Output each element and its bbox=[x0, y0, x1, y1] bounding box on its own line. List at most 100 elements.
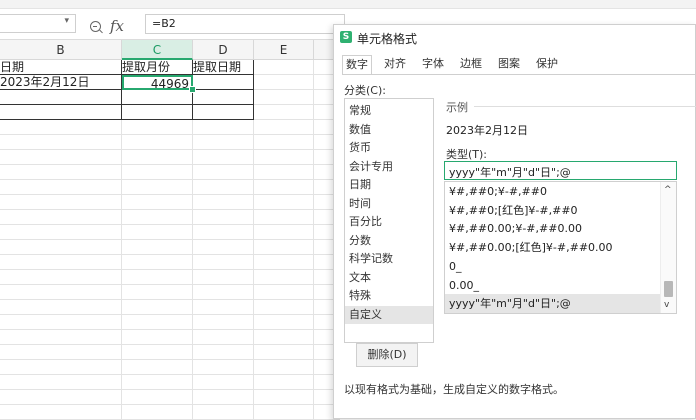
column-header-b[interactable]: B bbox=[0, 40, 122, 60]
table-cell[interactable] bbox=[254, 330, 314, 345]
table-cell[interactable] bbox=[193, 195, 254, 210]
table-cell[interactable] bbox=[0, 105, 122, 120]
table-cell[interactable] bbox=[0, 180, 122, 195]
category-item[interactable]: 常规 bbox=[345, 102, 433, 120]
table-cell[interactable] bbox=[193, 90, 254, 105]
table-cell[interactable] bbox=[122, 225, 193, 240]
table-cell[interactable] bbox=[254, 240, 314, 255]
name-box[interactable]: ▾ bbox=[0, 14, 76, 33]
table-cell[interactable] bbox=[122, 105, 193, 120]
table-cell[interactable] bbox=[193, 105, 254, 120]
table-cell[interactable]: 日期 bbox=[0, 60, 122, 75]
table-cell[interactable] bbox=[254, 390, 314, 405]
table-cell[interactable] bbox=[193, 120, 254, 135]
type-option[interactable]: 0_ bbox=[445, 257, 661, 276]
table-cell[interactable] bbox=[122, 390, 193, 405]
table-cell[interactable] bbox=[193, 360, 254, 375]
table-cell[interactable] bbox=[254, 195, 314, 210]
category-list[interactable]: 常规 数值 货币 会计专用 日期 时间 百分比 分数 科学记数 文本 特殊 自定义 bbox=[344, 98, 434, 343]
category-item[interactable]: 百分比 bbox=[345, 213, 433, 231]
table-cell[interactable] bbox=[254, 315, 314, 330]
table-cell[interactable] bbox=[254, 270, 314, 285]
table-cell[interactable] bbox=[254, 345, 314, 360]
table-cell[interactable] bbox=[193, 225, 254, 240]
table-cell[interactable] bbox=[254, 180, 314, 195]
category-item[interactable]: 数值 bbox=[345, 121, 433, 139]
table-cell[interactable] bbox=[0, 165, 122, 180]
type-input[interactable]: yyyy"年"m"月"d"日";@ bbox=[444, 161, 677, 180]
scroll-thumb[interactable] bbox=[664, 281, 673, 297]
table-cell[interactable] bbox=[193, 285, 254, 300]
tab-font[interactable]: 字体 bbox=[418, 55, 448, 75]
table-cell[interactable] bbox=[254, 210, 314, 225]
scroll-down-icon[interactable]: v bbox=[664, 300, 669, 310]
dialog-titlebar[interactable]: S 单元格格式 bbox=[334, 25, 695, 49]
table-cell[interactable] bbox=[122, 345, 193, 360]
category-item[interactable]: 自定义 bbox=[345, 305, 433, 324]
table-cell[interactable] bbox=[193, 255, 254, 270]
table-cell[interactable] bbox=[193, 390, 254, 405]
table-cell[interactable] bbox=[193, 135, 254, 150]
fill-handle[interactable] bbox=[189, 86, 196, 93]
table-cell[interactable] bbox=[0, 375, 122, 390]
table-cell[interactable] bbox=[122, 240, 193, 255]
table-cell[interactable] bbox=[254, 300, 314, 315]
table-cell[interactable] bbox=[0, 210, 122, 225]
tab-border[interactable]: 边框 bbox=[456, 55, 486, 75]
table-cell[interactable] bbox=[193, 345, 254, 360]
table-cell[interactable] bbox=[0, 90, 122, 105]
delete-button[interactable]: 删除(D) bbox=[356, 343, 418, 367]
table-cell[interactable] bbox=[122, 315, 193, 330]
type-list[interactable]: ¥#,##0;¥-#,##0 ¥#,##0;[红色]¥-#,##0 ¥#,##0.0… bbox=[444, 181, 677, 314]
category-item[interactable]: 文本 bbox=[345, 269, 433, 287]
table-cell[interactable] bbox=[122, 360, 193, 375]
table-cell[interactable] bbox=[254, 285, 314, 300]
table-cell[interactable] bbox=[254, 75, 314, 90]
zoom-out-icon[interactable] bbox=[90, 21, 101, 32]
active-cell[interactable]: 44969 bbox=[122, 75, 193, 90]
type-option[interactable]: yyyy"年"m"月"d"日";@ bbox=[445, 294, 661, 313]
table-cell[interactable] bbox=[122, 330, 193, 345]
formula-input[interactable]: =B2 bbox=[145, 14, 345, 34]
table-cell[interactable] bbox=[193, 330, 254, 345]
table-cell[interactable] bbox=[0, 240, 122, 255]
category-item[interactable]: 时间 bbox=[345, 195, 433, 213]
table-cell[interactable] bbox=[122, 135, 193, 150]
table-cell[interactable] bbox=[0, 315, 122, 330]
table-cell[interactable] bbox=[254, 405, 314, 420]
column-header-e[interactable]: E bbox=[254, 40, 314, 60]
type-option[interactable]: 0.00_ bbox=[445, 276, 661, 295]
table-cell[interactable] bbox=[0, 360, 122, 375]
table-cell[interactable]: 提取日期 bbox=[193, 60, 254, 75]
column-header-c[interactable]: C bbox=[122, 40, 193, 60]
table-cell[interactable] bbox=[0, 195, 122, 210]
table-cell[interactable] bbox=[254, 150, 314, 165]
table-cell[interactable] bbox=[0, 405, 122, 420]
table-cell[interactable] bbox=[122, 150, 193, 165]
table-cell[interactable] bbox=[122, 255, 193, 270]
table-cell[interactable] bbox=[0, 120, 122, 135]
type-list-scrollbar[interactable]: ^ v bbox=[660, 182, 676, 313]
fx-icon[interactable]: fx bbox=[110, 17, 124, 35]
table-cell[interactable] bbox=[122, 405, 193, 420]
table-cell[interactable] bbox=[193, 240, 254, 255]
table-cell[interactable] bbox=[254, 60, 314, 75]
table-cell[interactable] bbox=[122, 270, 193, 285]
table-cell[interactable] bbox=[254, 360, 314, 375]
type-option[interactable]: ¥#,##0;[红色]¥-#,##0 bbox=[445, 201, 661, 220]
table-cell[interactable] bbox=[0, 285, 122, 300]
table-cell[interactable] bbox=[122, 195, 193, 210]
table-cell[interactable] bbox=[193, 210, 254, 225]
table-cell[interactable] bbox=[122, 285, 193, 300]
category-item[interactable]: 科学记数 bbox=[345, 250, 433, 268]
table-cell[interactable] bbox=[254, 255, 314, 270]
table-cell[interactable] bbox=[122, 165, 193, 180]
table-cell[interactable] bbox=[0, 330, 122, 345]
table-cell[interactable] bbox=[122, 90, 193, 105]
category-item[interactable]: 特殊 bbox=[345, 287, 433, 305]
table-cell[interactable] bbox=[122, 300, 193, 315]
table-cell[interactable] bbox=[193, 405, 254, 420]
table-cell[interactable] bbox=[193, 165, 254, 180]
table-cell[interactable] bbox=[193, 375, 254, 390]
tab-pattern[interactable]: 图案 bbox=[494, 55, 524, 75]
